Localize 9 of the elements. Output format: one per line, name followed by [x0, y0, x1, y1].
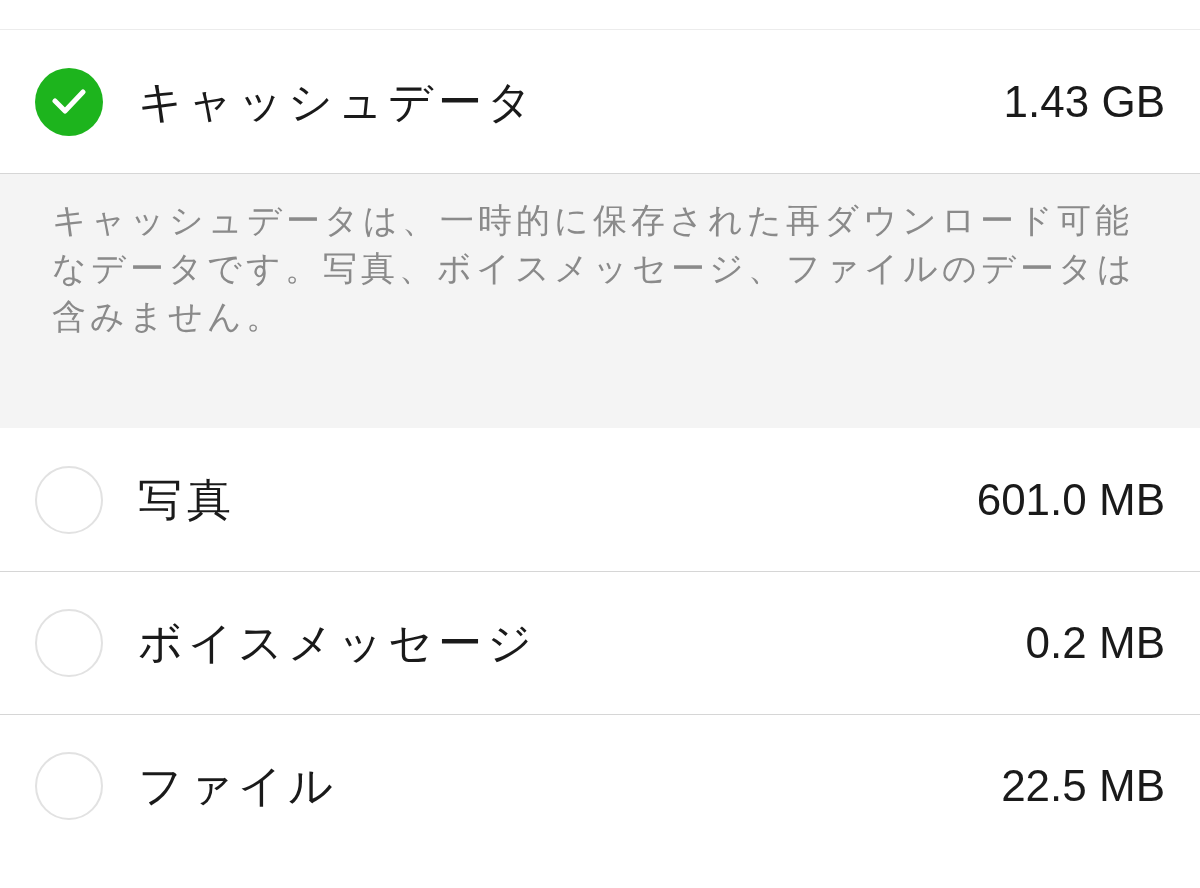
item-label: ファイル	[138, 764, 338, 808]
item-label: キャッシュデータ	[138, 79, 537, 124]
description-text: キャッシュデータは、一時的に保存された再ダウンロード可能なデータです。写真、ボイスメッセージ、ファイルのデータは含みません。	[52, 200, 1137, 337]
item-size: 1.43 GB	[1003, 79, 1165, 124]
item-label: ボイスメッセージ	[138, 621, 537, 665]
item-size: 22.5 MB	[1001, 764, 1165, 808]
item-label: 写真	[138, 477, 236, 522]
item-size: 601.0 MB	[976, 477, 1165, 522]
item-size: 0.2 MB	[1025, 621, 1165, 665]
